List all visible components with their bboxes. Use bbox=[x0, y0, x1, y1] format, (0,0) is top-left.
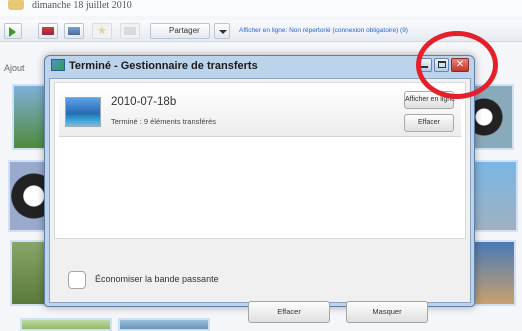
maximize-button[interactable] bbox=[434, 58, 449, 72]
transfer-item[interactable]: 2010-07-18b Terminé : 9 éléments transfé… bbox=[59, 87, 461, 137]
section-label: Ajout bbox=[4, 63, 25, 73]
star-button[interactable]: ★ bbox=[92, 23, 112, 39]
play-slideshow-button[interactable] bbox=[4, 23, 22, 39]
dialog-title: Terminé - Gestionnaire de transferts bbox=[69, 60, 258, 72]
star-icon: ★ bbox=[97, 25, 107, 37]
print-button[interactable] bbox=[64, 23, 84, 39]
dialog-titlebar[interactable]: Terminé - Gestionnaire de transferts ✕ bbox=[45, 56, 474, 76]
photo-thumbnail[interactable] bbox=[10, 240, 46, 306]
play-icon bbox=[9, 27, 16, 37]
photo-thumbnail[interactable] bbox=[8, 160, 46, 232]
photo-thumbnail[interactable] bbox=[470, 84, 514, 150]
save-button[interactable] bbox=[120, 23, 140, 39]
minimize-button[interactable] bbox=[417, 58, 432, 72]
share-dropdown[interactable] bbox=[214, 23, 230, 39]
save-icon bbox=[124, 27, 136, 35]
album-header: dimanche 18 juillet 2010 bbox=[0, 0, 522, 16]
maximize-icon bbox=[438, 61, 446, 68]
minimize-icon bbox=[421, 66, 428, 68]
transfer-manager-dialog: Terminé - Gestionnaire de transferts ✕ 2… bbox=[44, 55, 475, 323]
save-bandwidth-label: Économiser la bande passante bbox=[95, 274, 219, 284]
email-button[interactable] bbox=[38, 23, 58, 39]
transfer-status: Terminé : 9 éléments transférés bbox=[111, 117, 217, 126]
view-online-button[interactable]: Afficher en ligne bbox=[404, 91, 455, 109]
chevron-down-icon bbox=[219, 30, 227, 34]
hide-button[interactable]: Masquer bbox=[346, 301, 428, 323]
share-label: Partager bbox=[169, 26, 200, 35]
photo-thumbnail[interactable] bbox=[12, 84, 46, 150]
online-visibility-link[interactable]: Afficher en ligne: Non répertorié (conne… bbox=[239, 27, 408, 34]
app-icon bbox=[51, 59, 65, 71]
print-icon bbox=[68, 27, 80, 35]
transfer-album-name: 2010-07-18b bbox=[111, 96, 177, 108]
photo-thumbnail[interactable] bbox=[20, 318, 112, 331]
dialog-content: 2010-07-18b Terminé : 9 éléments transfé… bbox=[49, 78, 471, 323]
photo-thumbnail[interactable] bbox=[470, 160, 518, 232]
email-icon bbox=[42, 27, 54, 35]
remove-transfer-button[interactable]: Effacer bbox=[404, 114, 454, 132]
close-button[interactable]: ✕ bbox=[451, 58, 469, 72]
share-button[interactable]: Partager bbox=[150, 23, 210, 39]
album-date: dimanche 18 juillet 2010 bbox=[32, 0, 132, 11]
album-thumbnail bbox=[65, 97, 101, 127]
save-bandwidth-checkbox[interactable] bbox=[68, 271, 86, 289]
photo-thumbnail[interactable] bbox=[118, 318, 210, 331]
folder-icon bbox=[8, 0, 24, 10]
clear-button[interactable]: Effacer bbox=[248, 301, 330, 323]
transfer-list: 2010-07-18b Terminé : 9 éléments transfé… bbox=[54, 82, 466, 239]
close-icon: ✕ bbox=[455, 59, 465, 70]
photo-thumbnail[interactable] bbox=[472, 240, 516, 306]
